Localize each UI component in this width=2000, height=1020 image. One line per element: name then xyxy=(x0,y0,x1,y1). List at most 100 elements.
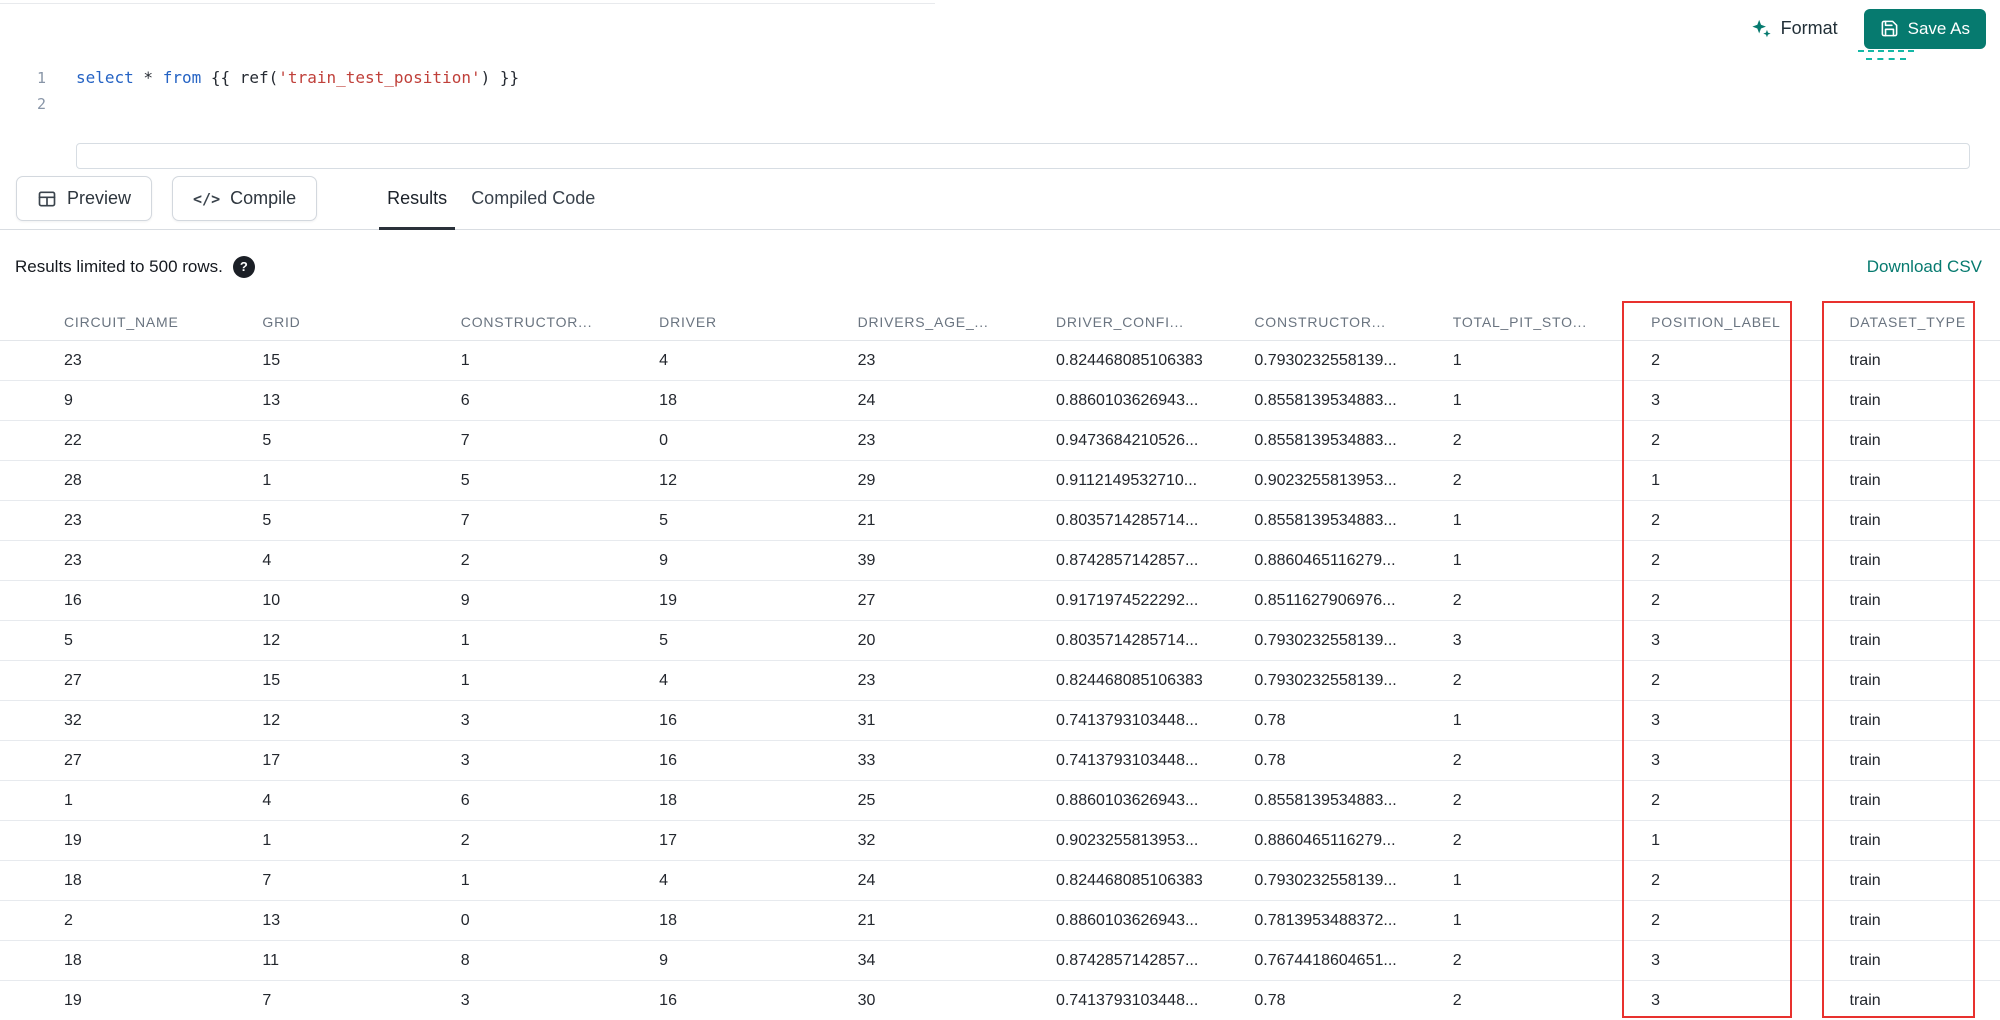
tab-compiled-code[interactable]: Compiled Code xyxy=(459,168,607,229)
table-cell: 2 xyxy=(1651,551,1661,569)
table-cell: 4 xyxy=(262,551,272,569)
table-cell: 1 xyxy=(1452,871,1462,889)
table-cell: 7 xyxy=(460,511,470,529)
table-cell: 2 xyxy=(1651,511,1661,529)
table-cell: 1 xyxy=(1452,351,1462,369)
results-tabs: Results Compiled Code xyxy=(375,168,607,230)
table-cell: train xyxy=(1849,431,1881,449)
table-cell: 3 xyxy=(1651,751,1661,769)
table-cell: 0.8860103626943... xyxy=(1055,791,1199,809)
table-cell: 17 xyxy=(262,751,281,769)
table-cell: 5 xyxy=(262,431,272,449)
table-cell: 0.8860103626943... xyxy=(1055,391,1199,409)
table-cell: train xyxy=(1849,871,1881,889)
help-icon[interactable]: ? xyxy=(232,255,255,278)
table-cell: 1 xyxy=(262,831,272,849)
table-cell: 1 xyxy=(1651,831,1661,849)
preview-button[interactable]: Preview xyxy=(16,176,153,221)
table-row: 18 7 1 4 24 0.824468085106383 0.7930232558139.… xyxy=(0,861,2000,901)
table-cell: 0.8860465116279... xyxy=(1254,831,1396,849)
table-cell: train xyxy=(1849,911,1881,929)
table-cell: train xyxy=(1849,631,1881,649)
table-cell: 0.7413793103448... xyxy=(1055,751,1199,769)
table-cell: 0.7813953488372... xyxy=(1254,911,1397,929)
table-cell: 12 xyxy=(659,471,677,489)
table-cell: 27 xyxy=(64,671,82,689)
table-cell: 25 xyxy=(857,791,876,809)
table-cell: 1 xyxy=(460,631,470,649)
table-cell: 32 xyxy=(64,711,82,729)
table-cell: 22 xyxy=(64,431,82,449)
table-grid-icon xyxy=(37,189,57,209)
table-cell: train xyxy=(1849,351,1881,369)
table-cell: 0.8558139534883... xyxy=(1254,511,1397,529)
table-cell: 19 xyxy=(659,591,677,609)
save-icon xyxy=(1880,19,1899,38)
table-row: 5 12 1 5 20 0.8035714285714... 0.7930232558139… xyxy=(0,621,2000,661)
table-cell: 3 xyxy=(460,751,470,769)
compile-button[interactable]: </> Compile xyxy=(172,176,318,221)
table-cell: 12 xyxy=(262,631,281,649)
table-cell: 30 xyxy=(857,991,876,1009)
download-csv-link[interactable]: Download CSV xyxy=(1867,257,1982,277)
line-number: 2 xyxy=(36,95,46,113)
table-cell: 0.9171974522292... xyxy=(1055,591,1199,609)
format-button[interactable]: Format xyxy=(1750,18,1838,40)
table-cell: 1 xyxy=(262,471,272,489)
table-cell: 3 xyxy=(1651,391,1661,409)
table-cell: 0.8558139534883... xyxy=(1254,391,1397,409)
table-cell: 21 xyxy=(857,911,876,929)
sql-editor[interactable]: 1 2 select * from {{ ref('train_test_posi… xyxy=(0,57,2000,169)
line-number: 1 xyxy=(36,69,46,87)
table-cell: 17 xyxy=(659,831,677,849)
code-line-2[interactable] xyxy=(76,91,2000,169)
table-cell: 18 xyxy=(64,951,82,969)
table-cell: 18 xyxy=(659,791,677,809)
table-cell: 0.9473684210526... xyxy=(1055,431,1199,449)
table-cell: 2 xyxy=(1651,351,1661,369)
tab-label: Results xyxy=(387,188,448,208)
table-cell: 32 xyxy=(857,831,876,849)
table-cell: 2 xyxy=(1651,671,1661,689)
table-cell: 0.824468085106383 xyxy=(1055,671,1203,689)
table-row: 1 4 6 18 25 0.8860103626943... 0.8558139534883… xyxy=(0,781,2000,821)
save-as-button[interactable]: Save As xyxy=(1863,8,1986,49)
table-cell: 4 xyxy=(659,671,669,689)
column-header: TOTAL_PIT_STO... xyxy=(1452,313,1587,330)
table-row: 9 13 6 18 24 0.8860103626943... 0.855813953488… xyxy=(0,381,2000,421)
table-cell: 19 xyxy=(64,991,82,1009)
code-token: ) }} xyxy=(480,68,520,87)
table-cell: 29 xyxy=(857,471,876,489)
table-cell: train xyxy=(1849,751,1881,769)
table-cell: train xyxy=(1849,471,1881,489)
code-area[interactable]: select * from {{ ref('train_test_positio… xyxy=(76,65,2000,169)
table-cell: 2 xyxy=(460,551,470,569)
tab-results[interactable]: Results xyxy=(375,168,459,230)
table-cell: 0.8558139534883... xyxy=(1254,431,1397,449)
table-cell: train xyxy=(1849,511,1881,529)
table-cell: 16 xyxy=(659,991,677,1009)
table-cell: 0.7930232558139... xyxy=(1254,351,1397,369)
table-cell: 2 xyxy=(1651,431,1661,449)
column-header: DRIVERS_AGE_... xyxy=(857,313,989,330)
table-cell: 2 xyxy=(1651,791,1661,809)
table-cell: 15 xyxy=(262,671,281,689)
tab-bar-edge xyxy=(0,3,935,4)
column-header: DATASET_TYPE xyxy=(1849,313,1966,330)
code-token: 'train_test_position' xyxy=(278,68,481,87)
table-cell: 2 xyxy=(1452,791,1462,809)
code-line-1: select * from {{ ref('train_test_positio… xyxy=(76,65,2000,91)
table-cell: train xyxy=(1849,831,1881,849)
preview-label: Preview xyxy=(67,188,132,208)
table-cell: 27 xyxy=(857,591,876,609)
table-cell: 20 xyxy=(857,631,876,649)
table-cell: 23 xyxy=(64,351,82,369)
table-cell: train xyxy=(1849,791,1881,809)
table-cell: 23 xyxy=(64,551,82,569)
table-row: 19 7 3 16 30 0.7413793103448... 0.78 2 3 train xyxy=(0,981,2000,1020)
table-cell: 2 xyxy=(1452,751,1462,769)
code-token: select xyxy=(76,68,134,87)
table-cell: 0.78 xyxy=(1254,991,1286,1009)
sparkles-icon xyxy=(1750,18,1772,40)
table-cell: 2 xyxy=(1651,871,1661,889)
